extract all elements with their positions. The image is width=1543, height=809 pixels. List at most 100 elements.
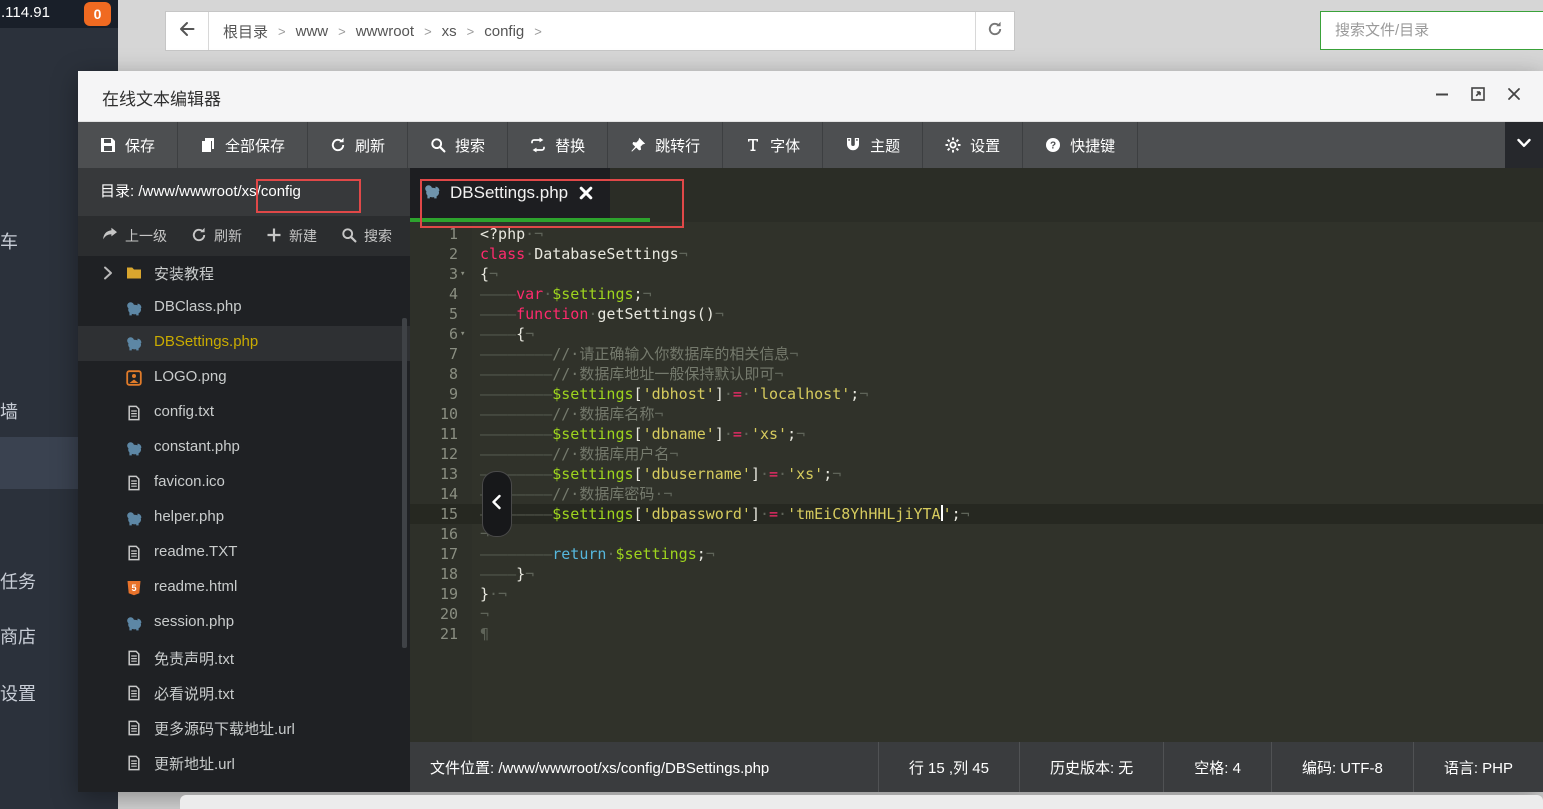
notification-badge[interactable]: 0: [84, 2, 111, 26]
chevron-right-icon[interactable]: [100, 265, 116, 286]
code-token: DatabaseSettings: [534, 245, 679, 263]
tree-item[interactable]: LOGO.png: [78, 361, 410, 396]
code-token: ¬: [961, 505, 970, 523]
breadcrumb-segment[interactable]: config: [484, 23, 524, 40]
code-token: ————: [480, 565, 516, 583]
toolbar-button-save-all[interactable]: 全部保存: [178, 122, 308, 168]
toolbar-button-refresh[interactable]: 刷新: [308, 122, 408, 168]
tree-item[interactable]: constant.php: [78, 431, 410, 466]
breadcrumb-segment[interactable]: www: [296, 23, 329, 40]
sidebar-item-车[interactable]: 车: [0, 228, 18, 254]
statusbar-item-1[interactable]: 历史版本: 无: [1019, 742, 1163, 792]
tree-item[interactable]: session.php: [78, 606, 410, 641]
tree-item[interactable]: readme.TXT: [78, 536, 410, 571]
breadcrumb-segment[interactable]: 根目录: [223, 21, 268, 42]
code-token: ————————: [480, 405, 552, 423]
tree-item[interactable]: 安装教程: [78, 256, 410, 291]
code-token: ————: [480, 305, 516, 323]
code-token: }: [516, 565, 525, 583]
tree-item[interactable]: 5readme.html: [78, 571, 410, 606]
hotkeys-icon: ?: [1045, 137, 1061, 153]
tree-item[interactable]: DBClass.php: [78, 291, 410, 326]
line-number: 9: [410, 384, 458, 404]
php-file-icon: [126, 440, 143, 457]
refresh-icon: [191, 227, 207, 246]
toolbar-button-replace[interactable]: 替换: [508, 122, 608, 168]
statusbar-item-2[interactable]: 空格: 4: [1163, 742, 1271, 792]
tree-toolbar-label: 刷新: [214, 226, 242, 246]
tree-item[interactable]: 必看说明.txt: [78, 676, 410, 711]
tree-item[interactable]: config.txt: [78, 396, 410, 431]
file-search-input[interactable]: [1321, 12, 1543, 49]
tree-item[interactable]: 更新地址.url: [78, 746, 410, 781]
toolbar-button-search[interactable]: 搜索: [408, 122, 508, 168]
toolbar-button-label: 主题: [870, 135, 900, 156]
statusbar-item-4[interactable]: 语言: PHP: [1413, 742, 1543, 792]
sidebar-header: .114.91 0: [0, 0, 118, 28]
toolbar-button-save[interactable]: 保存: [78, 122, 178, 168]
toolbar-button-settings[interactable]: 设置: [923, 122, 1023, 168]
line-number: 12: [410, 444, 458, 464]
code-token: //·请正确输入你数据库的相关信息: [552, 345, 789, 363]
code-token: ·: [778, 505, 787, 523]
chevron-down-icon: [1516, 135, 1532, 156]
line-number: 14: [410, 484, 458, 504]
code-token: //·数据库密码: [552, 485, 654, 503]
maximize-icon: [1470, 86, 1486, 107]
maximize-button[interactable]: [1467, 86, 1489, 108]
statusbar-item-3[interactable]: 编码: UTF-8: [1271, 742, 1413, 792]
code-token: {: [516, 325, 525, 343]
tree-toolbar-refresh[interactable]: 刷新: [191, 226, 242, 246]
toolbar-more-button[interactable]: [1505, 122, 1543, 168]
php-elephant-icon: [424, 183, 440, 204]
sidebar-item-墙[interactable]: 墙: [0, 398, 18, 424]
tree-item[interactable]: DBSettings.php: [78, 326, 410, 361]
tree-toolbar-search[interactable]: 搜索: [341, 226, 392, 246]
tree-toolbar-label: 上一级: [125, 226, 167, 246]
close-button[interactable]: [1503, 86, 1525, 108]
toolbar-button-goto-line[interactable]: 跳转行: [608, 122, 723, 168]
tab-close-icon[interactable]: [578, 185, 594, 201]
refresh-path-button[interactable]: [975, 12, 1014, 50]
tree-item-label: readme.html: [154, 578, 237, 595]
code-line: }·¬: [480, 584, 507, 604]
toolbar-button-hotkeys[interactable]: ?快捷键: [1023, 122, 1138, 168]
breadcrumb-segment[interactable]: xs: [442, 23, 457, 40]
code-token: ;: [697, 545, 706, 563]
line-number: 18: [410, 564, 458, 584]
line-number: 21: [410, 624, 458, 644]
sidebar-item-任务[interactable]: 任务: [0, 568, 36, 594]
toolbar-button-font[interactable]: 字体: [723, 122, 823, 168]
up-level-icon: [102, 227, 118, 246]
refresh-icon: [330, 137, 346, 153]
tree-item-label: constant.php: [154, 438, 240, 455]
back-button[interactable]: [166, 12, 209, 50]
code-token: ————————: [480, 345, 552, 363]
breadcrumb-segment[interactable]: wwwroot: [356, 23, 414, 40]
save-all-icon: [200, 137, 216, 153]
arrow-left-icon: [179, 21, 195, 42]
sidebar-item-设置[interactable]: 设置: [0, 680, 36, 706]
toolbar-button-label: 搜索: [455, 135, 485, 156]
tab-dbsettings[interactable]: DBSettings.php: [410, 168, 610, 218]
tree-toolbar-plus[interactable]: 新建: [266, 226, 317, 246]
code-token: {: [480, 265, 489, 283]
toolbar-button-theme[interactable]: 主题: [823, 122, 923, 168]
tree-item[interactable]: helper.php: [78, 501, 410, 536]
tree-item[interactable]: 更多源码下载地址.url: [78, 711, 410, 746]
code-token: ¬: [715, 305, 724, 323]
sidebar-item-商店[interactable]: 商店: [0, 623, 36, 649]
tree-scrollbar[interactable]: [402, 318, 407, 648]
fold-arrow-icon[interactable]: ▾: [460, 324, 472, 344]
toolbar-button-label: 替换: [555, 135, 585, 156]
code-editor[interactable]: 1<?php·¬2class·DatabaseSettings¬3▾{¬4———…: [410, 222, 1543, 742]
fold-arrow-icon[interactable]: ▾: [460, 264, 472, 284]
minimize-button[interactable]: [1431, 86, 1453, 108]
code-token: ¬: [643, 285, 652, 303]
tree-item[interactable]: favicon.ico: [78, 466, 410, 501]
line-number: 19: [410, 584, 458, 604]
tree-item[interactable]: 免责声明.txt: [78, 641, 410, 676]
panel-collapse-handle[interactable]: [482, 471, 512, 537]
php-file-icon: [126, 300, 143, 317]
tree-toolbar-up-level[interactable]: 上一级: [102, 226, 167, 246]
